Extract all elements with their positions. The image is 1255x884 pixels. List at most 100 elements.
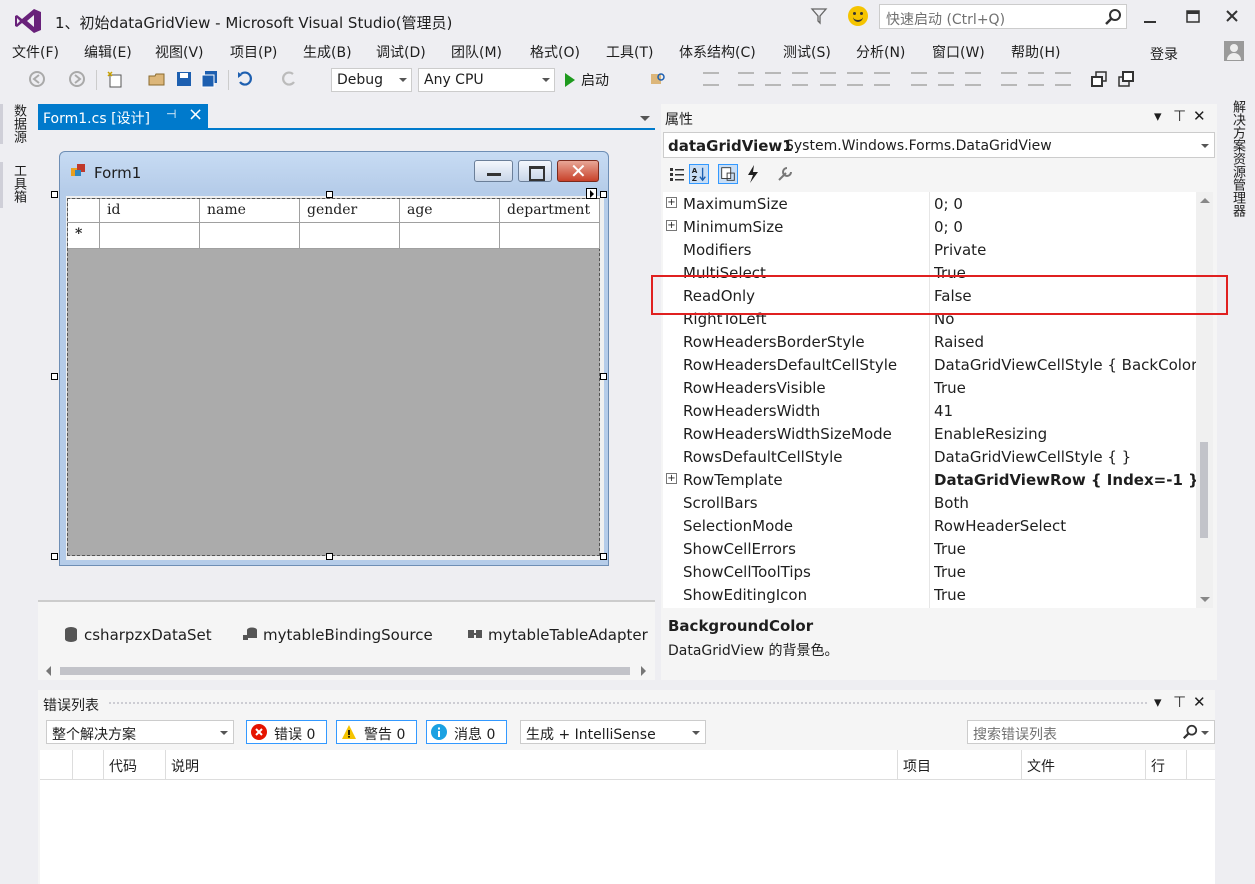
property-row[interactable]: RowHeadersBorderStyle Raised [663,330,1199,353]
auto-hide-pin-icon[interactable]: ⊤ [1173,693,1186,711]
new-project-icon[interactable] [106,70,124,88]
menu-edit[interactable]: 编辑(E) [84,42,132,62]
panel-menu-icon[interactable]: ▾ [1154,107,1162,125]
property-grid-scrollbar[interactable] [1196,192,1213,608]
feedback-smiley-icon[interactable] [848,6,868,26]
property-grid-splitter[interactable] [929,192,930,608]
search-icon[interactable] [1182,724,1198,740]
menu-test[interactable]: 测试(S) [783,42,831,62]
quick-launch-input[interactable]: 快速启动 (Ctrl+Q) [879,4,1127,29]
tray-horizontal-scrollbar[interactable] [46,664,646,676]
panel-menu-icon[interactable]: ▾ [1154,693,1162,711]
properties-view-icon[interactable] [718,164,738,184]
property-row[interactable]: ShowCellErrors True [663,537,1199,560]
login-link[interactable]: 登录 [1150,44,1178,64]
column-header-line[interactable]: 行 [1146,750,1187,780]
resize-handle[interactable] [326,553,333,560]
property-value[interactable]: 0; 0 [934,218,1196,236]
tab-toolbox[interactable]: 工具箱 [4,164,28,203]
property-value[interactable]: EnableResizing [934,425,1196,443]
tab-data-sources[interactable]: 数据源 [4,104,28,143]
resize-handle[interactable] [600,553,607,560]
menu-window[interactable]: 窗口(W) [932,42,985,62]
property-value[interactable]: True [934,379,1196,397]
events-lightning-icon[interactable] [743,164,763,184]
solution-platform-select[interactable]: Any CPU [418,68,555,92]
resize-handle[interactable] [600,191,607,198]
property-row[interactable]: RowsDefaultCellStyle DataGridViewCellStyl… [663,445,1199,468]
search-error-list-input[interactable]: 搜索错误列表 [967,720,1215,744]
property-row[interactable]: + MinimumSize 0; 0 [663,215,1199,238]
resize-handle[interactable] [51,191,58,198]
property-row[interactable]: RowHeadersWidth 41 [663,399,1199,422]
row-header[interactable]: * [68,223,100,248]
column-header-code[interactable]: 代码 [104,750,166,780]
error-scope-select[interactable]: 整个解决方案 [46,720,234,744]
account-avatar-icon[interactable] [1224,41,1244,61]
resize-handle[interactable] [51,373,58,380]
solution-configuration-select[interactable]: Debug [331,68,412,92]
expand-icon[interactable]: + [666,197,677,208]
property-row[interactable]: ScrollBars Both [663,491,1199,514]
property-row[interactable]: RowHeadersVisible True [663,376,1199,399]
data-grid-view[interactable]: id name gender age department * [67,198,600,556]
property-value[interactable]: DataGridViewRow { Index=-1 } [934,471,1196,489]
smart-tag-glyph-icon[interactable] [586,188,597,199]
menu-build[interactable]: 生成(B) [303,42,352,62]
close-panel-icon[interactable]: ✕ [1193,693,1206,711]
scrollbar-thumb[interactable] [1200,442,1208,538]
grid-column-header[interactable]: gender [300,199,400,222]
property-value[interactable]: DataGridViewCellStyle { } [934,448,1196,466]
menu-file[interactable]: 文件(F) [12,42,59,62]
messages-filter-button[interactable]: 消息 0 [426,720,507,744]
resize-handle[interactable] [600,373,607,380]
form-maximize-button[interactable] [518,160,552,182]
scrollbar-thumb[interactable] [60,667,630,675]
tab-list-dropdown-icon[interactable] [640,116,650,121]
column-header-file[interactable]: 文件 [1022,750,1146,780]
column-header-description[interactable]: 说明 [166,750,898,780]
property-row[interactable]: ShowCellToolTips True [663,560,1199,583]
tab-form1-design[interactable]: Form1.cs [设计] ⊣ × [38,104,208,129]
start-debugging-button[interactable]: 启动 [565,70,609,90]
property-row[interactable]: RowHeadersWidthSizeMode EnableResizing [663,422,1199,445]
save-all-icon[interactable] [201,70,219,88]
property-value[interactable]: True [934,563,1196,581]
send-to-back-icon[interactable] [1117,70,1135,88]
property-value[interactable]: DataGridViewCellStyle { BackColor= [934,356,1196,374]
property-row[interactable]: + MaximumSize 0; 0 [663,192,1199,215]
grid-cell[interactable] [200,223,300,248]
property-row[interactable]: + RowTemplate DataGridViewRow { Index=-1 } [663,468,1199,491]
resize-handle[interactable] [51,553,58,560]
bring-to-front-icon[interactable] [1090,70,1108,88]
property-value[interactable]: RowHeaderSelect [934,517,1196,535]
grid-cell[interactable] [300,223,400,248]
grid-column-header[interactable]: id [100,199,200,222]
tray-item-table-adapter[interactable]: mytableTableAdapter [468,626,648,644]
grid-cell[interactable] [400,223,500,248]
property-value[interactable]: 41 [934,402,1196,420]
expand-icon[interactable]: + [666,473,677,484]
warnings-filter-button[interactable]: 警告 0 [336,720,417,744]
menu-team[interactable]: 团队(M) [451,42,502,62]
scroll-up-icon[interactable] [1200,198,1210,203]
menu-analyze[interactable]: 分析(N) [856,42,905,62]
scroll-down-icon[interactable] [1200,597,1210,602]
column-header-project[interactable]: 项目 [898,750,1022,780]
open-file-icon[interactable] [148,70,166,88]
grid-corner-header[interactable] [68,199,100,222]
property-pages-wrench-icon[interactable] [775,164,795,184]
navigate-back-icon[interactable] [28,70,46,88]
redo-icon[interactable] [280,70,298,88]
menu-debug[interactable]: 调试(D) [376,42,426,62]
close-tab-icon[interactable]: × [188,104,203,125]
property-row[interactable]: ShowEditingIcon True [663,583,1199,606]
grid-column-header[interactable]: age [400,199,500,222]
property-value[interactable]: True [934,586,1196,604]
tab-solution-explorer[interactable]: 解决方案资源管理器 [1225,100,1247,217]
menu-format[interactable]: 格式(O) [530,42,580,62]
menu-tools[interactable]: 工具(T) [606,42,653,62]
form-close-button[interactable]: ✕ [557,159,599,183]
expand-icon[interactable]: + [666,220,677,231]
grid-cell[interactable] [100,223,200,248]
